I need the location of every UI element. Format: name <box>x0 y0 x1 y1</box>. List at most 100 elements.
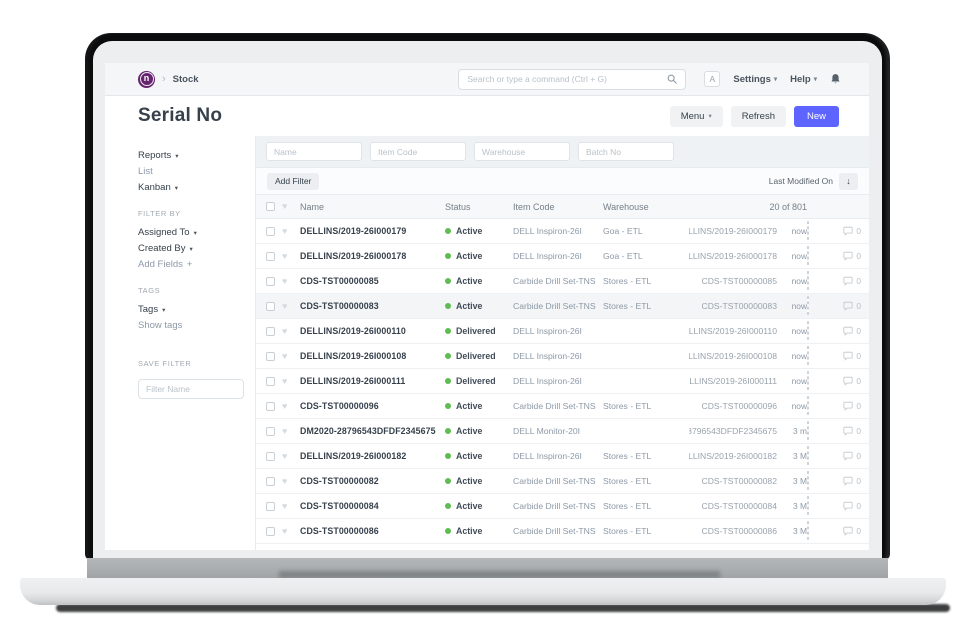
like-heart-icon[interactable]: ♥ <box>282 502 300 511</box>
table-row[interactable]: ♥ DELLINS/2019-26I000182 Active DELL Ins… <box>256 444 869 469</box>
like-heart-icon[interactable]: ♥ <box>282 227 300 236</box>
serial-no-name[interactable]: DM2020-28796543DFDF2345675 <box>300 426 445 436</box>
row-checkbox[interactable] <box>266 252 275 261</box>
row-checkbox[interactable] <box>266 302 275 311</box>
row-checkbox[interactable] <box>266 527 275 536</box>
like-heart-icon[interactable]: ♥ <box>282 277 300 286</box>
like-heart-icon[interactable]: ♥ <box>282 427 300 436</box>
global-search[interactable] <box>458 69 686 90</box>
serial-no-name[interactable]: DELLINS/2019-26I000182 <box>300 451 445 461</box>
sidebar-item-created-by[interactable]: Created By▾ <box>138 241 255 256</box>
row-checkbox[interactable] <box>266 427 275 436</box>
serial-no-name[interactable]: DELLINS/2019-26I000110 <box>300 326 445 336</box>
sort-field-label[interactable]: Last Modified On <box>769 176 833 186</box>
assign-placeholder[interactable] <box>807 521 809 540</box>
comment-cell[interactable]: 0 <box>833 401 861 411</box>
settings-menu[interactable]: Settings▾ <box>733 74 777 85</box>
assign-placeholder[interactable] <box>807 471 809 490</box>
assign-placeholder[interactable] <box>807 421 809 440</box>
like-heart-icon[interactable]: ♥ <box>282 327 300 336</box>
like-heart-icon[interactable]: ♥ <box>282 477 300 486</box>
app-logo[interactable]: n <box>138 71 155 88</box>
like-heart-icon[interactable]: ♥ <box>282 302 300 311</box>
serial-no-name[interactable]: DELLINS/2019-26I000179 <box>300 226 445 236</box>
assign-placeholder[interactable] <box>807 496 809 515</box>
help-menu[interactable]: Help▾ <box>790 74 817 85</box>
breadcrumb[interactable]: Stock <box>173 74 199 85</box>
assign-placeholder[interactable] <box>807 246 809 265</box>
add-filter-button[interactable]: Add Filter <box>267 173 319 190</box>
serial-no-name[interactable]: DELLINS/2019-26I000178 <box>300 251 445 261</box>
row-checkbox[interactable] <box>266 452 275 461</box>
comment-cell[interactable]: 0 <box>833 426 861 436</box>
serial-no-name[interactable]: CDS-TST00000086 <box>300 526 445 536</box>
comment-cell[interactable]: 0 <box>833 226 861 236</box>
serial-no-name[interactable]: CDS-TST00000082 <box>300 476 445 486</box>
row-checkbox[interactable] <box>266 377 275 386</box>
table-row[interactable]: ♥ DELLINS/2019-26I000179 Active DELL Ins… <box>256 219 869 244</box>
select-all-checkbox[interactable] <box>266 202 275 211</box>
comment-cell[interactable]: 0 <box>833 526 861 536</box>
row-checkbox[interactable] <box>266 402 275 411</box>
table-row[interactable]: ♥ DELLINS/2019-26I000110 Delivered DELL … <box>256 319 869 344</box>
like-heart-icon[interactable]: ♥ <box>282 452 300 461</box>
table-row[interactable]: ♥ CDS-TST00000083 Active Carbide Drill S… <box>256 294 869 319</box>
assign-placeholder[interactable] <box>807 271 809 290</box>
comment-cell[interactable]: 0 <box>833 501 861 511</box>
user-avatar[interactable]: A <box>704 71 720 87</box>
like-heart-icon[interactable]: ♥ <box>282 252 300 261</box>
row-checkbox[interactable] <box>266 352 275 361</box>
serial-no-name[interactable]: CDS-TST00000085 <box>300 276 445 286</box>
like-heart-icon[interactable]: ♥ <box>282 377 300 386</box>
comment-cell[interactable]: 0 <box>833 301 861 311</box>
table-row[interactable]: ♥ DELLINS/2019-26I000111 Delivered DELL … <box>256 369 869 394</box>
row-checkbox[interactable] <box>266 277 275 286</box>
sidebar-item-list[interactable]: List <box>138 164 255 179</box>
serial-no-name[interactable]: CDS-TST00000083 <box>300 301 445 311</box>
assign-placeholder[interactable] <box>807 346 809 365</box>
notification-bell-icon[interactable] <box>830 73 841 85</box>
serial-no-name[interactable]: DELLINS/2019-26I000111 <box>300 376 445 386</box>
table-row[interactable]: ♥ DELLINS/2019-26I000178 Active DELL Ins… <box>256 244 869 269</box>
refresh-button[interactable]: Refresh <box>731 106 786 127</box>
comment-cell[interactable]: 0 <box>833 451 861 461</box>
search-input[interactable] <box>467 74 667 84</box>
assign-placeholder[interactable] <box>807 321 809 340</box>
like-heart-icon[interactable]: ♥ <box>282 402 300 411</box>
sidebar-item-assigned-to[interactable]: Assigned To▾ <box>138 225 255 240</box>
like-heart-icon[interactable]: ♥ <box>282 352 300 361</box>
filter-name-input[interactable] <box>266 142 362 161</box>
row-checkbox[interactable] <box>266 227 275 236</box>
comment-cell[interactable]: 0 <box>833 476 861 486</box>
sidebar-item-tags[interactable]: Tags▾ <box>138 302 255 317</box>
row-checkbox[interactable] <box>266 477 275 486</box>
serial-no-name[interactable]: CDS-TST00000096 <box>300 401 445 411</box>
table-row[interactable]: ♥ CDS-TST00000086 Active Carbide Drill S… <box>256 519 869 544</box>
filter-batch-no-input[interactable] <box>578 142 674 161</box>
comment-cell[interactable]: 0 <box>833 351 861 361</box>
comment-cell[interactable]: 0 <box>833 276 861 286</box>
assign-placeholder[interactable] <box>807 371 809 390</box>
table-row[interactable]: ♥ CDS-TST00000084 Active Carbide Drill S… <box>256 494 869 519</box>
comment-cell[interactable]: 0 <box>833 376 861 386</box>
comment-cell[interactable]: 0 <box>833 326 861 336</box>
assign-placeholder[interactable] <box>807 296 809 315</box>
save-filter-input[interactable] <box>138 379 244 399</box>
sort-direction-button[interactable]: ↓ <box>839 173 858 190</box>
assign-placeholder[interactable] <box>807 221 809 240</box>
like-heart-icon[interactable]: ♥ <box>282 527 300 536</box>
serial-no-name[interactable]: DELLINS/2019-26I000108 <box>300 351 445 361</box>
assign-placeholder[interactable] <box>807 396 809 415</box>
table-row[interactable]: ♥ DM2020-28796543DFDF2345675 Active DELL… <box>256 419 869 444</box>
sidebar-item-kanban[interactable]: Kanban▾ <box>138 180 255 195</box>
table-row[interactable]: ♥ DELLINS/2019-26I000108 Delivered DELL … <box>256 344 869 369</box>
sidebar-item-reports[interactable]: Reports▾ <box>138 148 255 163</box>
filter-item-code-input[interactable] <box>370 142 466 161</box>
row-checkbox[interactable] <box>266 502 275 511</box>
table-row[interactable]: ♥ CDS-TST00000082 Active Carbide Drill S… <box>256 469 869 494</box>
table-row[interactable]: ♥ CDS-TST00000096 Active Carbide Drill S… <box>256 394 869 419</box>
sidebar-item-add-fields[interactable]: Add Fields+ <box>138 257 255 272</box>
sidebar-item-show-tags[interactable]: Show tags <box>138 318 255 333</box>
new-button[interactable]: New <box>794 106 839 127</box>
table-row[interactable]: ♥ CDS-TST00000085 Active Carbide Drill S… <box>256 269 869 294</box>
